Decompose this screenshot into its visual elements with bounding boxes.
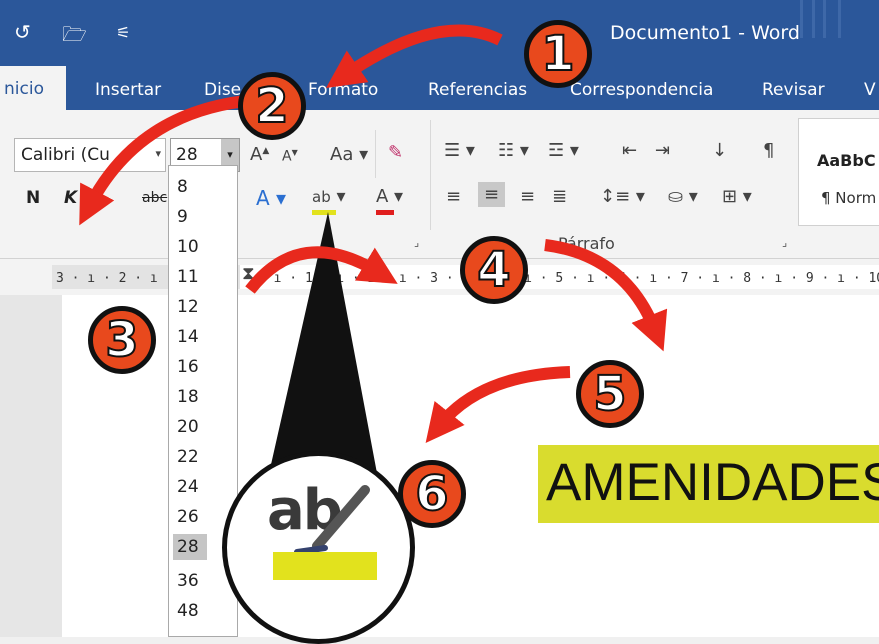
customize-qat-icon[interactable]: ⚟ xyxy=(116,23,130,42)
align-center-icon[interactable]: ≡ xyxy=(478,182,506,207)
step-badge-3: 3 xyxy=(88,306,156,374)
sort-icon[interactable]: ↓ xyxy=(712,140,727,161)
separator xyxy=(430,120,431,230)
step-badge-4: 4 xyxy=(460,236,528,304)
shading-icon[interactable]: ⛀ ▾ xyxy=(668,186,698,207)
indent-marker-icon[interactable]: ⧗ xyxy=(242,263,255,284)
font-name-combobox[interactable]: Calibri (Cu ▾ xyxy=(14,138,166,172)
font-size-option[interactable]: 18 xyxy=(173,384,207,410)
ruler-ticks-right: · ı · 1 · ı · 2 · ı · 3 · ı · 4 · ı · 5 … xyxy=(258,271,879,286)
font-size-option[interactable]: 11 xyxy=(173,264,207,290)
highlight-swatch xyxy=(312,210,336,215)
decorative-stripe xyxy=(800,0,803,38)
document-text[interactable]: AMENIDADES xyxy=(546,452,879,513)
grow-font-icon[interactable]: A▲ xyxy=(250,144,269,165)
font-size-option[interactable]: 36 xyxy=(173,568,207,594)
font-size-option[interactable]: 48 xyxy=(173,598,207,624)
font-name-value: Calibri (Cu xyxy=(21,145,110,165)
paragraph-group-label: Párrafo xyxy=(558,234,615,253)
italic-button[interactable]: K xyxy=(64,188,77,208)
bold-button[interactable]: N xyxy=(26,188,40,208)
highlighter-icon: ab xyxy=(312,188,331,206)
multilevel-list-icon[interactable]: ☲ ▾ xyxy=(548,140,579,161)
horizontal-ruler[interactable]: 3 · ı · 2 · ı ⧗ · ı · 1 · ı · 2 · ı · 3 … xyxy=(0,259,879,295)
font-size-option[interactable]: 26 xyxy=(173,504,207,530)
strikethrough-button[interactable]: abc xyxy=(142,190,167,206)
font-size-option[interactable]: 9 xyxy=(173,204,207,230)
ruler-ticks-left: 3 · ı · 2 · ı xyxy=(56,271,158,286)
decrease-indent-icon[interactable]: ⇤ xyxy=(622,140,637,161)
highlight-color-button[interactable]: ab ▾ xyxy=(312,186,345,215)
font-color-swatch xyxy=(376,210,394,215)
font-size-option[interactable]: 10 xyxy=(173,234,207,260)
show-marks-icon[interactable]: ¶ xyxy=(763,140,774,161)
decorative-stripe xyxy=(838,0,841,38)
justify-icon[interactable]: ≣ xyxy=(552,186,567,207)
font-dialog-launcher-icon[interactable]: ⌟ xyxy=(414,236,419,249)
clear-formatting-icon[interactable]: ✎ xyxy=(388,142,403,163)
paragraph-dialog-launcher-icon[interactable]: ⌟ xyxy=(782,236,787,249)
pencil-icon xyxy=(294,485,370,555)
font-size-option[interactable]: 20 xyxy=(173,414,207,440)
tab-correspondencia[interactable]: Correspondencia xyxy=(570,80,713,100)
shrink-font-icon[interactable]: A▼ xyxy=(282,148,298,165)
line-spacing-icon[interactable]: ↕≡ ▾ xyxy=(600,186,645,207)
change-case-button[interactable]: Aa ▾ xyxy=(330,144,368,165)
text-effects-icon[interactable]: A ▾ xyxy=(256,186,286,210)
separator xyxy=(375,130,376,178)
undo-icon[interactable]: ↺ xyxy=(14,20,31,44)
change-case-label: Aa xyxy=(330,144,354,165)
style-preview[interactable]: AaBbC xyxy=(817,151,876,170)
decorative-stripe xyxy=(812,0,815,38)
font-size-option[interactable]: 8 xyxy=(173,174,207,200)
step-badge-6: 6 xyxy=(398,460,466,528)
font-size-option[interactable]: 16 xyxy=(173,354,207,380)
ribbon-tabs: nicio Insertar Dise Formato Referencias … xyxy=(0,66,879,110)
align-right-icon[interactable]: ≡ xyxy=(520,186,535,207)
font-color-icon: A xyxy=(376,186,389,207)
font-color-button[interactable]: A ▾ xyxy=(376,186,403,215)
bullets-icon[interactable]: ☰ ▾ xyxy=(444,140,475,161)
font-size-option[interactable]: 12 xyxy=(173,294,207,320)
font-size-option[interactable]: 22 xyxy=(173,444,207,470)
font-size-option[interactable]: 24 xyxy=(173,474,207,500)
decorative-stripe xyxy=(823,0,826,38)
tab-insertar[interactable]: Insertar xyxy=(95,80,161,100)
numbering-icon[interactable]: ☷ ▾ xyxy=(498,140,529,161)
ribbon: Calibri (Cu ▾ 28 ▾ A▲ A▼ Aa ▾ ✎ ☰ ▾ ☷ ▾ … xyxy=(0,110,879,259)
tab-formato[interactable]: Formato xyxy=(308,80,378,100)
style-name: ¶ Norm xyxy=(821,189,877,207)
title-bar: ↺ 🗁 ⚟ Documento1 - Word xyxy=(0,0,879,66)
borders-icon[interactable]: ⊞ ▾ xyxy=(722,186,752,207)
tab-referencias[interactable]: Referencias xyxy=(428,80,527,100)
align-left-icon[interactable]: ≡ xyxy=(446,186,461,207)
step-badge-1: 1 xyxy=(524,20,592,88)
step-badge-5: 5 xyxy=(576,360,644,428)
tab-revisar[interactable]: Revisar xyxy=(762,80,825,100)
increase-indent-icon[interactable]: ⇥ xyxy=(655,140,670,161)
font-size-option[interactable]: 14 xyxy=(173,324,207,350)
window-title: Documento1 - Word xyxy=(610,22,800,44)
chevron-down-icon[interactable]: ▾ xyxy=(155,147,161,160)
tab-vista[interactable]: V xyxy=(864,80,876,100)
highlight-color-bar xyxy=(273,552,377,580)
styles-gallery[interactable]: AaBbC ¶ Norm xyxy=(798,118,879,226)
folder-open-icon[interactable]: 🗁 xyxy=(62,20,87,54)
font-size-value: 28 xyxy=(176,145,198,165)
magnifier-circle: ab xyxy=(222,451,415,644)
tab-diseno[interactable]: Dise xyxy=(204,80,241,100)
tab-inicio[interactable]: nicio xyxy=(0,66,66,110)
step-badge-2: 2 xyxy=(238,72,306,140)
font-size-option-selected[interactable]: 28 xyxy=(173,534,207,560)
